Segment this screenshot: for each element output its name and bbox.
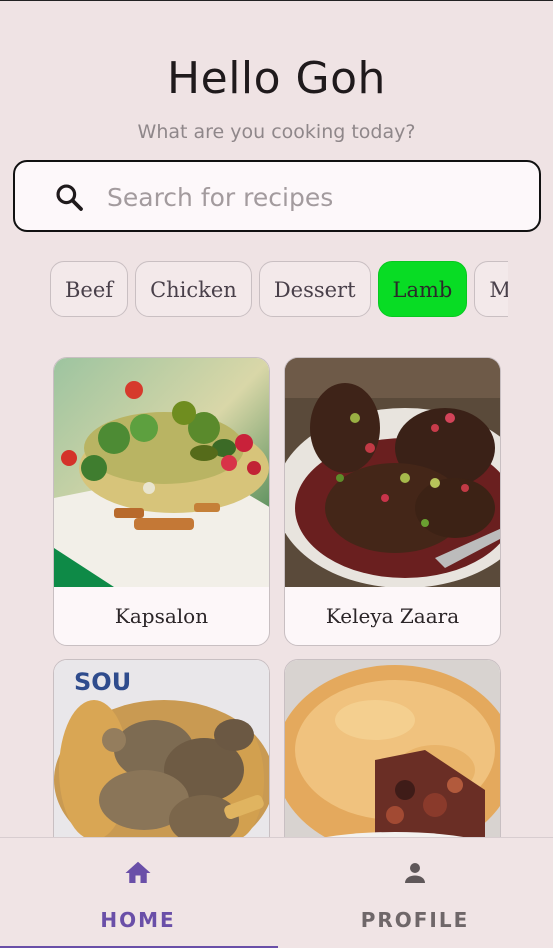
recipe-name: Kapsalon: [114, 604, 209, 628]
svg-text:SOU: SOU: [74, 668, 131, 696]
category-chips: BeefChickenDessertLambMiscellaneous: [50, 261, 508, 321]
page-title: Hello Goh: [167, 53, 386, 104]
bottom-navigation: HOME PROFILE: [0, 837, 553, 948]
recipe-image: [285, 358, 500, 587]
chip-chicken[interactable]: Chicken: [135, 261, 252, 317]
recipe-image: [54, 358, 269, 587]
nav-profile-label: PROFILE: [360, 908, 470, 932]
chip-beef[interactable]: Beef: [50, 261, 129, 317]
recipe-card-kapsalon[interactable]: Kapsalon: [53, 357, 270, 646]
person-icon: [405, 863, 425, 883]
search-bar[interactable]: [13, 160, 541, 232]
nav-home[interactable]: HOME: [0, 838, 278, 948]
recipe-name: Keleya Zaara: [325, 604, 460, 628]
chip-miscellaneous[interactable]: Miscellaneous: [474, 261, 508, 317]
search-input[interactable]: [105, 174, 529, 220]
chip-dessert[interactable]: Dessert: [258, 261, 371, 317]
home-icon: [125, 861, 151, 883]
nav-profile[interactable]: PROFILE: [277, 838, 553, 948]
nav-home-label: HOME: [100, 908, 176, 932]
recipe-card-keleya-zaara[interactable]: Keleya Zaara: [284, 357, 501, 646]
search-icon: [56, 184, 83, 211]
page-subtitle: What are you cooking today?: [137, 121, 416, 143]
chip-lamb[interactable]: Lamb: [377, 261, 468, 317]
